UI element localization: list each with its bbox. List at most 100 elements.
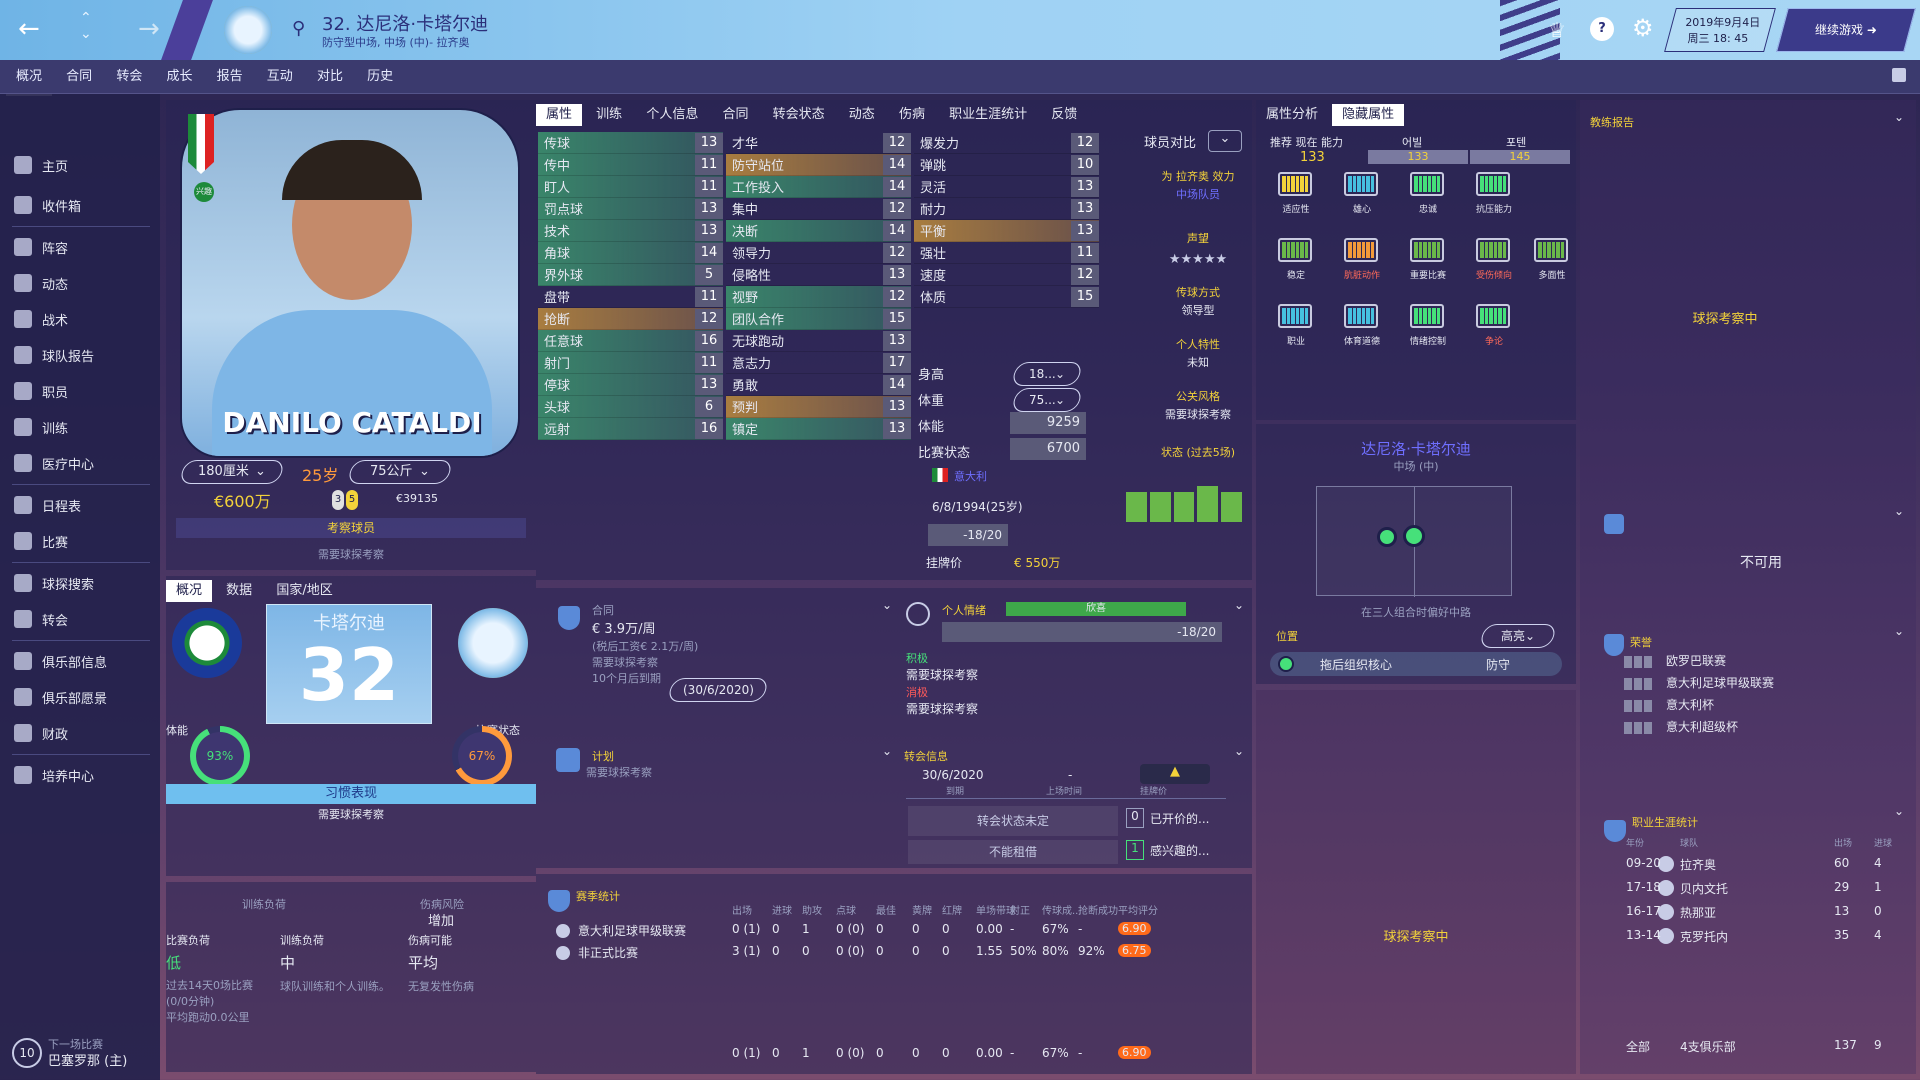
attribute-row[interactable]: 领导力 12 [726, 242, 911, 264]
tab-injuries[interactable]: 伤病 [889, 104, 935, 126]
tab-overview[interactable]: 概况 [166, 580, 213, 602]
position-marker[interactable] [1403, 525, 1425, 547]
tab-dynamics[interactable]: 动态 [839, 104, 885, 126]
competition-name[interactable]: 意大利足球甲级联赛 [578, 922, 686, 939]
sidebar-item-transfers[interactable]: 转会 [14, 604, 150, 634]
sidebar-item-staff[interactable]: 职员 [14, 376, 150, 406]
attribute-row[interactable]: 预判 13 [726, 396, 911, 418]
tab-hidden-attributes[interactable]: 隐藏属性 [1332, 104, 1405, 126]
weight-dropdown[interactable]: 75...⌄ [1010, 388, 1084, 412]
tab-attributes[interactable]: 属性 [536, 104, 583, 126]
subnav-transfer[interactable]: 转会 [106, 60, 152, 94]
next-match[interactable]: 巴塞罗那 (主) [48, 1050, 127, 1069]
attribute-row[interactable]: 射门 11 [538, 352, 723, 374]
battery-icon[interactable] [1278, 172, 1312, 196]
position-marker[interactable] [1377, 527, 1397, 547]
attribute-row[interactable]: 意志力 17 [726, 352, 911, 374]
battery-icon[interactable] [1344, 238, 1378, 262]
role-duty[interactable]: 防守 [1486, 656, 1510, 673]
attribute-row[interactable]: 强壮 11 [914, 242, 1099, 264]
career-club[interactable]: 拉齐奥 [1680, 856, 1716, 873]
attribute-row[interactable]: 才华 12 [726, 132, 911, 154]
attribute-row[interactable]: 视野 12 [726, 286, 911, 308]
honours-title[interactable]: 荣誉 [1630, 634, 1652, 650]
battery-icon[interactable] [1476, 172, 1510, 196]
attribute-row[interactable]: 决断 14 [726, 220, 911, 242]
lock-icon[interactable] [1892, 68, 1906, 82]
subnav-reports[interactable]: 报告 [207, 60, 253, 94]
sidebar-item-club-info[interactable]: 俱乐部信息 [14, 646, 150, 676]
attribute-row[interactable]: 耐力 13 [914, 198, 1099, 220]
contract-title[interactable]: 合同 [592, 602, 614, 618]
attribute-row[interactable]: 远射 16 [538, 418, 723, 440]
position-link[interactable]: 位置 [1276, 628, 1298, 644]
honour-item[interactable]: 意大利超级杯 [1666, 718, 1738, 735]
transfer-info-title[interactable]: 转会信息 [904, 748, 948, 764]
honour-item[interactable]: 欧罗巴联赛 [1666, 652, 1726, 669]
attribute-row[interactable]: 弹跳 10 [914, 154, 1099, 176]
sidebar-item-home[interactable]: 主页 [14, 150, 150, 180]
season-stats-title[interactable]: 赛季统计 [576, 888, 620, 904]
attribute-row[interactable]: 防守站位 14 [726, 154, 911, 176]
forward-arrow-icon[interactable]: → [138, 14, 160, 44]
attribute-row[interactable]: 爆发力 12 [914, 132, 1099, 154]
club-badge-icon[interactable] [458, 608, 528, 678]
battery-icon[interactable] [1278, 238, 1312, 262]
career-club[interactable]: 贝内文托 [1680, 880, 1728, 897]
career-club[interactable]: 克罗托内 [1680, 928, 1728, 945]
sidebar-item-inbox[interactable]: 收件箱 [14, 190, 150, 220]
habit-title[interactable]: 习惯表现 [166, 784, 536, 804]
club-badge-icon[interactable] [224, 6, 272, 54]
battery-icon[interactable] [1344, 172, 1378, 196]
back-arrow-icon[interactable]: ← [18, 14, 40, 44]
battery-icon[interactable] [1278, 304, 1312, 328]
attribute-row[interactable]: 传球 13 [538, 132, 723, 154]
help-icon[interactable]: ? [1590, 17, 1614, 41]
collapse-chevron-icon[interactable]: ⌄ [1894, 110, 1904, 124]
sidebar-item-dev-centre[interactable]: 培养中心 [14, 760, 150, 790]
attribute-row[interactable]: 体质 15 [914, 286, 1099, 308]
battery-icon[interactable] [1410, 304, 1444, 328]
attribute-row[interactable]: 盘带 11 [538, 286, 723, 308]
collapse-chevron-icon[interactable]: ⌄ [882, 598, 892, 612]
collapse-chevron-icon[interactable]: ⌄ [1894, 804, 1904, 818]
tab-transfer-status[interactable]: 转会状态 [763, 104, 835, 126]
subnav-interaction[interactable]: 互动 [257, 60, 303, 94]
coach-report-link[interactable]: 教练报告 [1590, 114, 1634, 130]
tab-attribute-analysis[interactable]: 属性分析 [1256, 104, 1328, 126]
contract-end-date[interactable]: (30/6/2020) [666, 678, 770, 702]
attribute-row[interactable]: 集中 12 [726, 198, 911, 220]
attribute-row[interactable]: 头球 6 [538, 396, 723, 418]
trophy-icon[interactable]: ♕ [1548, 18, 1566, 42]
sidebar-item-club-vision[interactable]: 俱乐部愿景 [14, 682, 150, 712]
offers-label[interactable]: 已开价的... [1150, 810, 1209, 827]
attribute-row[interactable]: 灵活 13 [914, 176, 1099, 198]
mood-title[interactable]: 个人情绪 [942, 602, 986, 618]
height-dropdown[interactable]: 18...⌄ [1010, 362, 1084, 386]
battery-icon[interactable] [1476, 304, 1510, 328]
attribute-row[interactable]: 勇敢 14 [726, 374, 911, 396]
honour-item[interactable]: 意大利足球甲级联赛 [1666, 674, 1774, 691]
tab-nation[interactable]: 国家/地区 [266, 580, 342, 602]
sidebar-item-medical[interactable]: 医疗中心 [14, 448, 150, 478]
attribute-row[interactable]: 抢断 12 [538, 308, 723, 330]
battery-icon[interactable] [1410, 172, 1444, 196]
attribute-row[interactable]: 任意球 16 [538, 330, 723, 352]
highlight-dropdown[interactable]: 高亮⌄ [1478, 624, 1558, 648]
collapse-chevron-icon[interactable]: ⌄ [1894, 624, 1904, 638]
attribute-row[interactable]: 速度 12 [914, 264, 1099, 286]
battery-icon[interactable] [1476, 238, 1510, 262]
subnav-overview[interactable]: 概况 [6, 60, 53, 96]
competition-name[interactable]: 非正式比赛 [578, 944, 638, 961]
subnav-contract[interactable]: 合同 [56, 60, 102, 94]
battery-icon[interactable] [1410, 238, 1444, 262]
battery-icon[interactable] [1344, 304, 1378, 328]
compare-dropdown[interactable]: ⌄ [1208, 130, 1242, 152]
plan-title[interactable]: 计划 [592, 748, 614, 764]
career-title[interactable]: 职业生涯统计 [1632, 814, 1698, 830]
sidebar-item-team-report[interactable]: 球队报告 [14, 340, 150, 370]
sidebar-item-tactics[interactable]: 战术 [14, 304, 150, 334]
role-row[interactable]: 拖后组织核心 防守 [1270, 652, 1562, 676]
continue-button[interactable]: 继续游戏 ➜ [1776, 8, 1916, 52]
sidebar-item-competitions[interactable]: 比赛 [14, 526, 150, 556]
